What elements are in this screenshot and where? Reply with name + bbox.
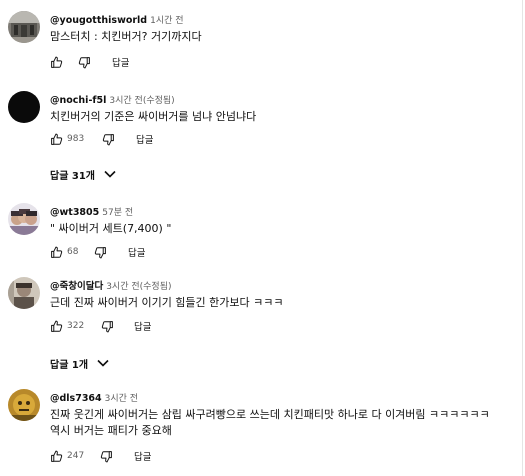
reply-button[interactable]: 답글 (134, 448, 151, 464)
comment-thread: @죽창이달다 3시간 전(수정됨) 근데 진짜 싸이버거 이기기 힘들긴 한가보다… (8, 277, 513, 373)
reply-button-label: 답글 (134, 452, 152, 463)
dislike-button[interactable] (102, 131, 115, 147)
comments-section: @yougotthisworld 1시간 전 맘스터치 : 치킨버거? 거기까지다… (0, 0, 525, 476)
dislike-button[interactable] (100, 448, 113, 464)
comment-text-line: 진짜 웃긴게 싸이버거는 삼립 싸구려빵으로 쓰는데 치킨패티맛 하나로 다 이… (50, 408, 490, 421)
comment-author[interactable]: @죽창이달다 (50, 281, 103, 292)
reply-button-label: 답글 (128, 248, 146, 259)
avatar[interactable] (8, 389, 40, 421)
reply-button-label: 답글 (136, 135, 154, 146)
like-button[interactable] (50, 54, 63, 70)
comment-text: 맘스터치 : 치킨버거? 거기까지다 (50, 30, 202, 43)
like-button[interactable]: 247 (50, 448, 84, 464)
thumb-up-icon (50, 56, 63, 69)
replies-count-label: 답글 31개 (50, 170, 95, 182)
comment-timestamp[interactable]: 3시간 전(수정됨) (109, 96, 174, 106)
like-count: 983 (67, 134, 85, 144)
comment-thread: @wt3805 57분 전 " 싸이버거 세트(7,400) " 68 답글 (8, 203, 513, 263)
thumb-up-icon (50, 246, 63, 259)
like-button[interactable]: 983 (50, 131, 84, 147)
chevron-down-icon (95, 170, 116, 178)
comment-thread: @nochi-f5l 3시간 전(수정됨) 치킨버거의 기준은 싸이버거를 넘냐 … (8, 91, 513, 187)
thumb-down-icon (100, 450, 113, 463)
reply-button[interactable]: 답글 (112, 54, 129, 70)
avatar[interactable] (8, 203, 40, 235)
reply-button[interactable]: 답글 (128, 244, 145, 260)
thumb-down-icon (101, 320, 114, 333)
like-button[interactable]: 68 (50, 244, 78, 260)
comment-text-line: 역시 버거는 패티가 중요해 (50, 424, 172, 437)
comment-timestamp[interactable]: 3시간 전(수정됨) (106, 282, 171, 292)
chevron-down-icon (88, 359, 109, 367)
comment-timestamp[interactable]: 3시간 전 (105, 394, 138, 404)
comment-author[interactable]: @dls7364 (50, 393, 102, 404)
avatar[interactable] (8, 11, 40, 43)
dislike-button[interactable] (94, 244, 107, 260)
thumb-up-icon (50, 133, 63, 146)
show-replies-button[interactable]: 답글 31개 (50, 166, 116, 182)
thumb-down-icon (78, 56, 91, 69)
reply-button-label: 답글 (134, 322, 152, 333)
comment-author[interactable]: @yougotthisworld (50, 15, 147, 26)
comment-timestamp[interactable]: 1시간 전 (150, 16, 183, 26)
reply-button-label: 답글 (112, 58, 130, 69)
like-count: 322 (67, 321, 85, 331)
like-button[interactable]: 322 (50, 318, 84, 334)
thumb-up-icon (50, 320, 63, 333)
dislike-button[interactable] (101, 318, 114, 334)
avatar[interactable] (8, 91, 40, 123)
comment-author[interactable]: @wt3805 (50, 207, 99, 218)
scrollbar-track (522, 0, 523, 476)
comment-text: " 싸이버거 세트(7,400) " (50, 222, 172, 235)
show-replies-button[interactable]: 답글 1개 (50, 355, 109, 371)
avatar[interactable] (8, 277, 40, 309)
comment-author[interactable]: @nochi-f5l (50, 95, 106, 106)
like-count: 68 (67, 247, 79, 257)
comment-thread: @yougotthisworld 1시간 전 맘스터치 : 치킨버거? 거기까지다… (8, 11, 513, 71)
thumb-down-icon (102, 133, 115, 146)
comment-timestamp[interactable]: 57분 전 (102, 208, 133, 218)
reply-button[interactable]: 답글 (136, 131, 153, 147)
thumb-up-icon (50, 450, 63, 463)
comment-text: 치킨버거의 기준은 싸이버거를 넘냐 안넘냐다 (50, 110, 257, 123)
reply-button[interactable]: 답글 (134, 318, 151, 334)
like-count: 247 (67, 451, 85, 461)
comment-thread: @dls7364 3시간 전 진짜 웃긴게 싸이버거는 삼립 싸구려빵으로 쓰는데… (8, 389, 513, 469)
replies-count-label: 답글 1개 (50, 359, 89, 371)
thumb-down-icon (94, 246, 107, 259)
dislike-button[interactable] (78, 54, 91, 70)
comment-text: 근데 진짜 싸이버거 이기기 힘들긴 한가보다 ㅋㅋㅋ (50, 296, 284, 309)
